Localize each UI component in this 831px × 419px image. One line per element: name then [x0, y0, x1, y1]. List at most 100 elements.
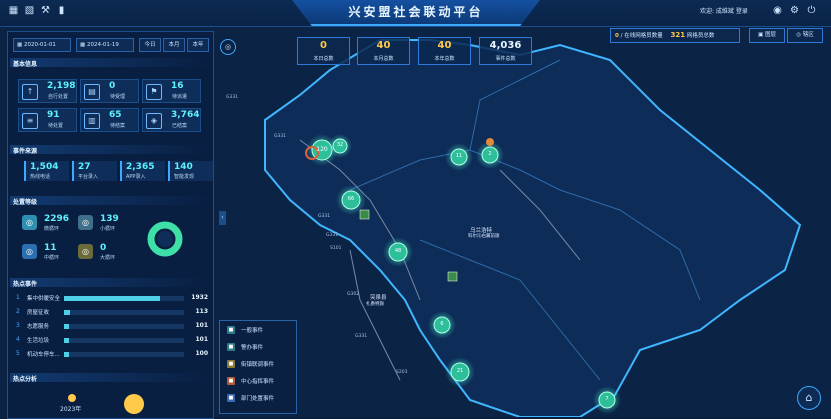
hot-label[interactable]: 房屋征收 — [27, 308, 49, 316]
disposal-value: 11 — [44, 243, 57, 253]
calendar-icon: ▦ — [80, 42, 86, 48]
stat-card-closed[interactable]: ◈ 3,764 已结案 — [142, 108, 201, 132]
general-event-icon: ■ — [227, 326, 235, 334]
hot-label[interactable]: 集中供暖安全 — [27, 294, 60, 302]
stat-card-self-handled[interactable]: ↑ 2,198 自行处置 — [18, 79, 77, 103]
hot-label[interactable]: 生活垃圾 — [27, 336, 49, 344]
source-hotline[interactable]: 1,504 热线电话 — [24, 161, 69, 181]
page-title: 兴安盟社会联动平台 — [348, 5, 484, 19]
disposal-donut — [147, 221, 183, 257]
stat-value: 91 — [47, 110, 60, 120]
source-smart[interactable]: 140 智能发现 — [168, 161, 213, 181]
cluster-count: 32 — [336, 142, 344, 148]
section-bar — [10, 58, 209, 67]
timeline-dot[interactable] — [68, 394, 76, 402]
period-month-button[interactable]: 本月 — [163, 38, 185, 52]
place-marker — [447, 271, 458, 282]
legend-label[interactable]: 部门处置事件 — [241, 394, 274, 402]
cycle-icon: ◎ — [78, 215, 93, 230]
collapse-panel-icon[interactable]: ‹ — [219, 211, 226, 225]
stat-card-pending-handle[interactable]: ≡ 91 待处置 — [18, 108, 77, 132]
disposal-title: 处置等级 — [13, 199, 38, 206]
hot-bar-fill — [64, 310, 70, 315]
layers-icon: ◈ — [146, 113, 162, 129]
disposal-large[interactable]: ◎ 0 大循环 — [78, 243, 133, 261]
timeline-dot-large[interactable] — [124, 394, 144, 414]
stat-label: 待结案 — [110, 123, 126, 129]
source-label: 平台录入 — [78, 174, 99, 180]
hot-bar-track — [64, 338, 184, 343]
hot-bar-fill — [64, 296, 160, 301]
hot-label[interactable]: 志愿服务 — [27, 322, 49, 330]
stat-value: 40 — [376, 40, 391, 51]
stat-label: 待派遣 — [172, 94, 188, 100]
legend-label[interactable]: 中心指挥事件 — [241, 377, 274, 385]
hot-rank: 3 — [16, 322, 20, 329]
stat-value: 2,198 — [47, 81, 76, 91]
road-label: G331 — [326, 233, 339, 238]
hot-analysis-title: 热点分析 — [13, 376, 38, 383]
stat-total[interactable]: 4,036 事件总数 — [479, 37, 532, 65]
police-event-icon: ■ — [227, 343, 235, 351]
layers-button[interactable]: ▣ 图层 — [749, 28, 785, 43]
source-app[interactable]: 2,365 APP录入 — [120, 161, 165, 181]
user-login-text[interactable]: 欢迎: 成维斌 登录 — [700, 6, 748, 15]
legend-label[interactable]: 一般事件 — [241, 326, 263, 334]
source-platform[interactable]: 27 平台录入 — [72, 161, 117, 181]
hot-bar-track — [64, 310, 184, 315]
hot-rank: 4 — [16, 336, 20, 343]
legend-label[interactable]: 街镇联调事件 — [241, 360, 274, 368]
section-bar — [10, 373, 209, 382]
online-counter: 0 / 在线网格员数量 321 网格员总数 — [610, 28, 740, 43]
cluster-count: 21 — [456, 368, 464, 374]
stat-label: 本年总数 — [434, 56, 455, 62]
road-label: G331 — [274, 134, 287, 139]
stat-year[interactable]: 40 本年总数 — [418, 37, 471, 65]
map-icon[interactable]: ▧ — [24, 5, 35, 16]
stat-card-pending-accept[interactable]: ▤ 0 待受理 — [80, 79, 139, 103]
disposal-label: 微循环 — [44, 226, 60, 232]
hot-label[interactable]: 机动车停车... — [27, 350, 60, 358]
tools-icon[interactable]: ⚒ — [40, 5, 51, 16]
stat-card-pending-close[interactable]: ▥ 65 待结案 — [80, 108, 139, 132]
stat-card-pending-dispatch[interactable]: ⚑ 16 待派遣 — [142, 79, 201, 103]
settings-icon[interactable]: ⚙ — [789, 5, 800, 16]
disposal-small[interactable]: ◎ 139 小循环 — [78, 214, 133, 232]
period-year-button[interactable]: 本年 — [187, 38, 209, 52]
stat-today[interactable]: 0 本日总数 — [297, 37, 350, 65]
stat-label: 事件总数 — [495, 56, 516, 62]
end-date-input[interactable]: ▦ 2024-01-19 — [76, 38, 134, 52]
inbox-icon: ▤ — [84, 84, 100, 100]
stat-value: 65 — [109, 110, 122, 120]
legend-label[interactable]: 警办事件 — [241, 343, 263, 351]
timeline-year: 2023年 — [60, 406, 82, 413]
disposal-medium[interactable]: ◎ 11 中循环 — [22, 243, 77, 261]
hot-bar-fill — [64, 324, 69, 329]
hot-value: 100 — [195, 350, 208, 357]
disposal-label: 小循环 — [100, 226, 116, 232]
grid-total: 321 — [670, 31, 686, 39]
chat-icon[interactable]: ◉ — [772, 5, 783, 16]
grid-total-label: 网格员总数 — [686, 33, 715, 39]
power-icon[interactable]: ⏻ — [806, 5, 817, 16]
disposal-micro[interactable]: ◎ 2296 微循环 — [22, 214, 77, 232]
stat-label: 待处置 — [48, 123, 64, 129]
district-label: 辖区 — [802, 32, 814, 38]
list-icon: ≡ — [22, 113, 38, 129]
stat-month[interactable]: 40 本月总数 — [357, 37, 410, 65]
locate-icon[interactable]: ◎ — [220, 39, 236, 55]
district-button[interactable]: ◎ 辖区 — [787, 28, 823, 43]
cluster-count: 48 — [394, 248, 402, 254]
disposal-label: 中循环 — [44, 255, 60, 261]
start-date-input[interactable]: ▦ 2020-01-01 — [13, 38, 71, 52]
source-value: 2,365 — [126, 162, 155, 172]
period-today-button[interactable]: 今日 — [139, 38, 161, 52]
home-icon[interactable]: ▦ — [8, 5, 19, 16]
section-bar — [10, 145, 209, 154]
home-button-icon[interactable]: ⌂ — [797, 386, 821, 410]
source-label: 热线电话 — [30, 174, 51, 180]
hot-bar-fill — [64, 338, 69, 343]
hot-value: 1932 — [191, 294, 208, 301]
stats-icon[interactable]: ▮ — [56, 5, 67, 16]
street-event-icon: ■ — [227, 360, 235, 368]
